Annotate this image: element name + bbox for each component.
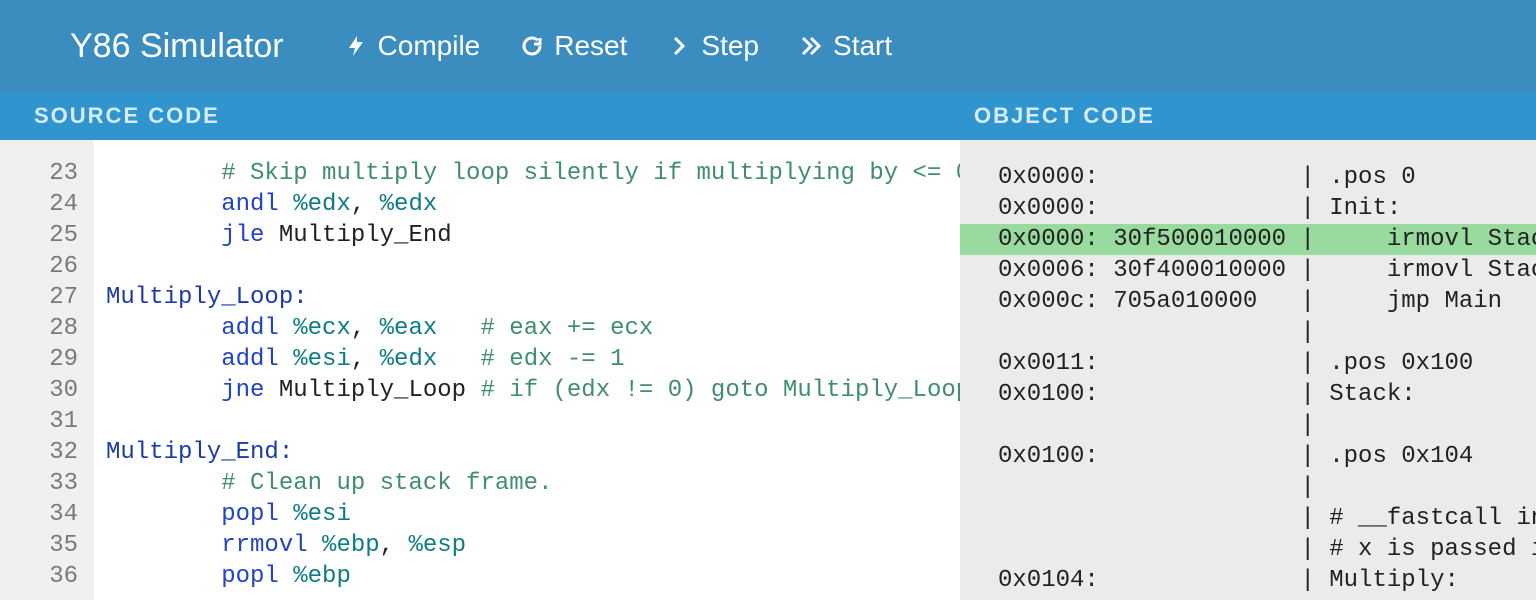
source-line	[106, 406, 960, 437]
object-code-row: |	[960, 472, 1536, 503]
compile-button[interactable]: Compile	[344, 30, 481, 62]
object-code-panel[interactable]: 0x0000: | .pos 00x0000: | Init:0x0000: 3…	[960, 140, 1536, 600]
reset-icon	[520, 34, 544, 58]
object-code-row: |	[960, 317, 1536, 348]
source-line: addl %esi, %edx # edx -= 1	[106, 344, 960, 375]
panel-headers: SOURCE CODE OBJECT CODE	[0, 92, 1536, 140]
reset-label: Reset	[554, 30, 627, 62]
line-number: 30	[0, 375, 78, 406]
source-line: popl %esi	[106, 499, 960, 530]
step-button[interactable]: Step	[667, 30, 759, 62]
object-code-row: 0x0000: | .pos 0	[960, 162, 1536, 193]
start-label: Start	[833, 30, 892, 62]
start-button[interactable]: Start	[799, 30, 892, 62]
source-line: addl %ecx, %eax # eax += ecx	[106, 313, 960, 344]
line-number: 33	[0, 468, 78, 499]
source-code-header: SOURCE CODE	[34, 103, 960, 129]
double-chevron-right-icon	[799, 34, 823, 58]
object-code-row: | # __fastcall in	[960, 503, 1536, 534]
object-code-header: OBJECT CODE	[974, 103, 1536, 129]
object-code-row: |	[960, 410, 1536, 441]
source-line: Multiply_Loop:	[106, 282, 960, 313]
source-line: jne Multiply_Loop # if (edx != 0) goto M…	[106, 375, 960, 406]
object-code-row: 0x0104: | Multiply:	[960, 565, 1536, 596]
line-number: 31	[0, 406, 78, 437]
bolt-icon	[344, 34, 368, 58]
source-line	[106, 251, 960, 282]
source-line: # Clean up stack frame.	[106, 468, 960, 499]
source-line: rrmovl %ebp, %esp	[106, 530, 960, 561]
line-number-gutter: 2324252627282930313233343536	[0, 140, 94, 600]
source-line: popl %ebp	[106, 561, 960, 592]
line-number: 35	[0, 530, 78, 561]
top-toolbar: Y86 Simulator Compile Reset Step Start	[0, 0, 1536, 92]
step-label: Step	[701, 30, 759, 62]
line-number: 29	[0, 344, 78, 375]
object-code-row: 0x0006: 30f400010000 | irmovl Stac	[960, 255, 1536, 286]
line-number: 25	[0, 220, 78, 251]
line-number: 32	[0, 437, 78, 468]
source-code-area[interactable]: # Skip multiply loop silently if multipl…	[94, 140, 960, 600]
object-code-row: 0x0011: | .pos 0x100	[960, 348, 1536, 379]
source-line: andl %edx, %edx	[106, 189, 960, 220]
line-number: 27	[0, 282, 78, 313]
main-content: 2324252627282930313233343536 # Skip mult…	[0, 140, 1536, 600]
reset-button[interactable]: Reset	[520, 30, 627, 62]
chevron-right-icon	[667, 34, 691, 58]
source-line: Multiply_End:	[106, 437, 960, 468]
object-code-row: 0x000c: 705a010000 | jmp Main	[960, 286, 1536, 317]
line-number: 26	[0, 251, 78, 282]
line-number: 28	[0, 313, 78, 344]
line-number: 24	[0, 189, 78, 220]
line-number: 23	[0, 158, 78, 189]
source-line: jle Multiply_End	[106, 220, 960, 251]
compile-label: Compile	[378, 30, 481, 62]
source-line: # Skip multiply loop silently if multipl…	[106, 158, 960, 189]
line-number: 36	[0, 561, 78, 592]
line-number: 34	[0, 499, 78, 530]
object-code-row: 0x0000: | Init:	[960, 193, 1536, 224]
source-panel[interactable]: 2324252627282930313233343536 # Skip mult…	[0, 140, 960, 600]
object-code-row: 0x0100: | .pos 0x104	[960, 441, 1536, 472]
app-title: Y86 Simulator	[70, 27, 284, 66]
object-code-row: | # x is passed i	[960, 534, 1536, 565]
object-code-row: 0x0100: | Stack:	[960, 379, 1536, 410]
object-code-row: 0x0000: 30f500010000 | irmovl Stac	[960, 224, 1536, 255]
